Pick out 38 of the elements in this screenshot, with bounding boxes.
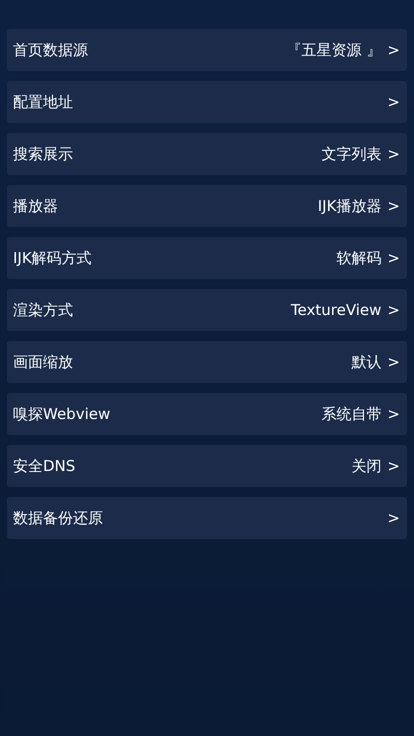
- setting-label: 播放器: [13, 196, 58, 217]
- setting-value: 默认: [351, 352, 382, 373]
- setting-label: 画面缩放: [13, 352, 73, 373]
- chevron: >: [387, 144, 400, 165]
- setting-label: 配置地址: [13, 92, 73, 113]
- settings-row[interactable]: 安全DNS 关闭 >: [7, 445, 407, 487]
- settings-row[interactable]: 搜索展示 文字列表 >: [7, 133, 407, 175]
- setting-value: 关闭: [351, 456, 382, 477]
- setting-label: IJK解码方式: [13, 248, 92, 269]
- settings-row[interactable]: 嗅探Webview 系统自带 >: [7, 393, 407, 435]
- settings-row[interactable]: 配置地址 >: [7, 81, 407, 123]
- setting-value: 『五星资源 』: [286, 40, 382, 61]
- chevron: >: [387, 456, 400, 477]
- setting-label: 安全DNS: [13, 456, 76, 477]
- chevron: >: [387, 196, 400, 217]
- settings-row[interactable]: 播放器 IJK播放器 >: [7, 185, 407, 227]
- chevron: >: [387, 404, 400, 425]
- setting-label: 渲染方式: [13, 300, 73, 321]
- setting-label: 嗅探Webview: [13, 404, 110, 425]
- setting-label: 数据备份还原: [13, 508, 103, 529]
- settings-row[interactable]: 画面缩放 默认 >: [7, 341, 407, 383]
- setting-label: 首页数据源: [13, 40, 88, 61]
- chevron: >: [387, 300, 400, 321]
- setting-value: TextureView: [290, 300, 382, 321]
- settings-row[interactable]: 渲染方式 TextureView >: [7, 289, 407, 331]
- setting-value: 软解码: [336, 248, 382, 269]
- settings-row[interactable]: 数据备份还原 >: [7, 497, 407, 539]
- chevron: >: [387, 352, 400, 373]
- setting-value: 文字列表: [321, 144, 382, 165]
- setting-value: 系统自带: [321, 404, 382, 425]
- setting-label: 搜索展示: [13, 144, 73, 165]
- chevron: >: [387, 40, 400, 61]
- setting-value: IJK播放器: [318, 196, 382, 217]
- settings-row[interactable]: IJK解码方式 软解码 >: [7, 237, 407, 279]
- chevron: >: [387, 92, 400, 113]
- chevron: >: [387, 248, 400, 269]
- settings-row[interactable]: 首页数据源 『五星资源 』 >: [7, 29, 407, 71]
- chevron: >: [387, 508, 400, 529]
